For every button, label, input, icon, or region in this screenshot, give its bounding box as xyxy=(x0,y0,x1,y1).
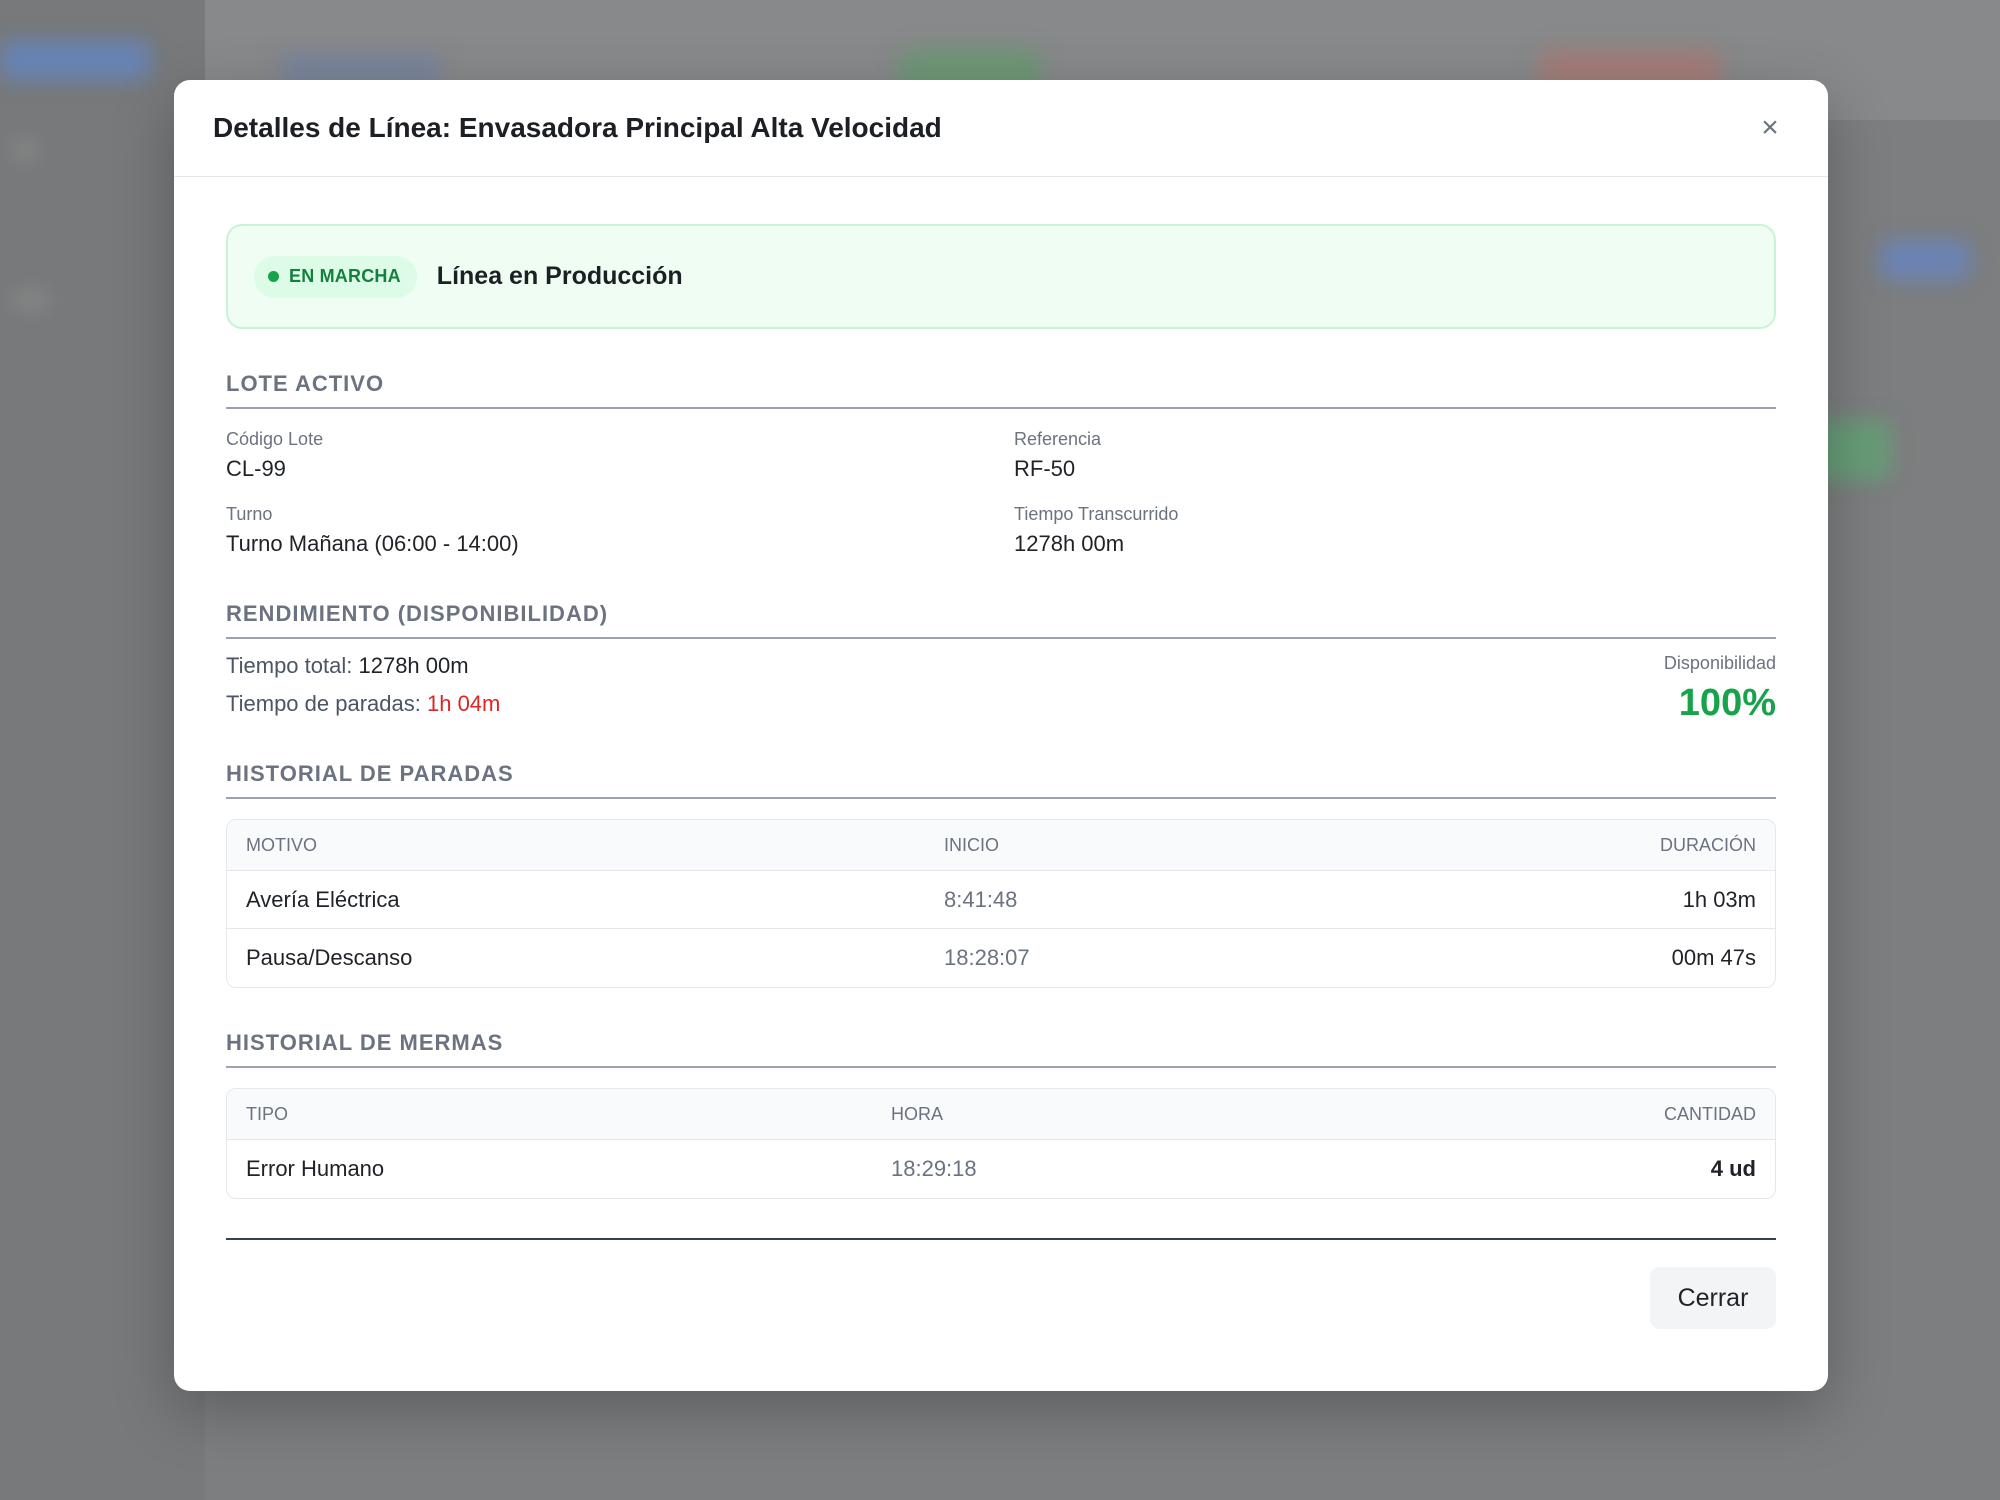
total-time-label: Tiempo total: xyxy=(226,653,353,678)
total-time-value: 1278h 00m xyxy=(358,653,469,678)
field-referencia: Referencia RF-50 xyxy=(1014,429,1776,482)
line-details-modal: Detalles de Línea: Envasadora Principal … xyxy=(174,80,1828,1391)
cell-tipo: Error Humano xyxy=(246,1156,385,1181)
table-row: Pausa/Descanso 18:28:07 00m 47s xyxy=(227,929,1775,987)
close-button[interactable]: Cerrar xyxy=(1650,1267,1776,1329)
section-title-mermas: HISTORIAL DE MERMAS xyxy=(226,1030,1776,1068)
field-turno: Turno Turno Mañana (06:00 - 14:00) xyxy=(226,504,1014,557)
cell-inicio: 8:41:48 xyxy=(944,886,1018,912)
column-header-motivo: MOTIVO xyxy=(246,834,317,855)
column-header-tipo: TIPO xyxy=(246,1103,289,1124)
field-value: Turno Mañana (06:00 - 14:00) xyxy=(226,531,519,556)
rendimiento-summary: Tiempo total: 1278h 00m Tiempo de parada… xyxy=(226,653,1776,729)
column-header-hora: HORA xyxy=(891,1103,944,1124)
section-title-rendimiento: RENDIMIENTO (DISPONIBILIDAD) xyxy=(226,601,1776,639)
cell-motivo: Pausa/Descanso xyxy=(246,945,413,970)
cell-hora: 18:29:18 xyxy=(891,1156,977,1181)
cell-motivo: Avería Eléctrica xyxy=(246,886,400,912)
close-icon[interactable]: × xyxy=(1750,108,1790,148)
status-badge-label: EN MARCHA xyxy=(289,266,401,286)
field-label: Referencia xyxy=(1014,429,1102,449)
cell-inicio: 18:28:07 xyxy=(944,945,1030,970)
section-title-lote: LOTE ACTIVO xyxy=(226,371,1776,409)
field-label: Código Lote xyxy=(226,429,324,449)
field-label: Tiempo Transcurrido xyxy=(1014,504,1179,524)
availability: Disponibilidad 100% xyxy=(1664,653,1776,729)
stops-table: MOTIVO INICIO DURACIÓN Avería Eléctrica … xyxy=(226,819,1776,988)
modal-header: Detalles de Línea: Envasadora Principal … xyxy=(174,80,1828,177)
table-header: MOTIVO INICIO DURACIÓN xyxy=(227,820,1775,871)
modal-body: EN MARCHA Línea en Producción LOTE ACTIV… xyxy=(174,224,1828,1329)
status-banner: EN MARCHA Línea en Producción xyxy=(226,224,1776,329)
status-dot-icon xyxy=(268,271,279,282)
lote-fields: Código Lote CL-99 Referencia RF-50 Turno… xyxy=(226,429,1776,557)
column-header-cantidad: CANTIDAD xyxy=(1663,1103,1756,1124)
status-label: Línea en Producción xyxy=(436,262,683,290)
downtime-value: 1h 04m xyxy=(426,691,501,716)
availability-label: Disponibilidad xyxy=(1663,653,1776,673)
field-value: 1278h 00m xyxy=(1014,531,1125,556)
field-tiempo-transcurrido: Tiempo Transcurrido 1278h 00m xyxy=(1014,504,1776,557)
availability-value: 100% xyxy=(1678,682,1776,724)
modal-title: Detalles de Línea: Envasadora Principal … xyxy=(213,112,942,143)
rendimiento-times: Tiempo total: 1278h 00m Tiempo de parada… xyxy=(226,653,500,729)
field-label: Turno xyxy=(226,504,273,524)
footer-divider xyxy=(226,1238,1776,1240)
status-badge: EN MARCHA xyxy=(254,255,417,298)
table-header: TIPO HORA CANTIDAD xyxy=(227,1089,1775,1140)
cell-duracion: 00m 47s xyxy=(1671,945,1756,970)
field-value: RF-50 xyxy=(1014,456,1076,481)
total-time-line: Tiempo total: 1278h 00m xyxy=(226,653,500,679)
table-row: Error Humano 18:29:18 4 ud xyxy=(227,1140,1775,1198)
table-row: Avería Eléctrica 8:41:48 1h 03m xyxy=(227,871,1775,929)
downtime-label: Tiempo de paradas: xyxy=(226,691,421,716)
waste-table: TIPO HORA CANTIDAD Error Humano 18:29:18… xyxy=(226,1088,1776,1199)
column-header-duracion: DURACIÓN xyxy=(1659,834,1756,855)
section-title-paradas: HISTORIAL DE PARADAS xyxy=(226,761,1776,799)
cell-cantidad: 4 ud xyxy=(1710,1156,1756,1181)
modal-footer: Cerrar xyxy=(226,1267,1776,1329)
field-codigo-lote: Código Lote CL-99 xyxy=(226,429,1014,482)
downtime-line: Tiempo de paradas: 1h 04m xyxy=(226,691,500,717)
cell-duracion: 1h 03m xyxy=(1682,886,1756,912)
field-value: CL-99 xyxy=(226,456,286,481)
column-header-inicio: INICIO xyxy=(944,834,1000,855)
